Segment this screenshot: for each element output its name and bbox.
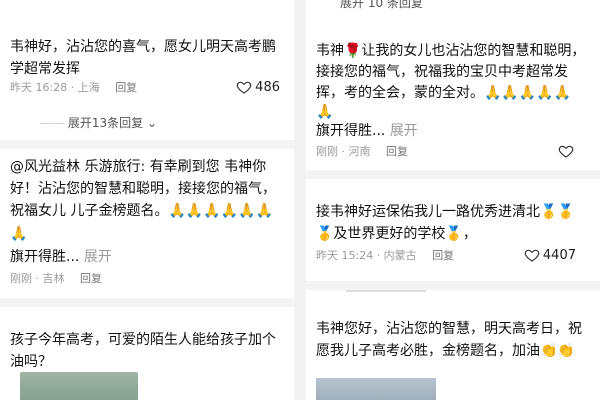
comment-meta: 刚刚 · 吉林 回复 bbox=[10, 270, 290, 288]
right-screenshot: 展开 10 条回复 韦神🌹让我的女儿也沾沾您的智慧和聪明， 接接您的福气，祝福我… bbox=[306, 0, 600, 400]
comment-text: 韦神🌹让我的女儿也沾沾您的智慧和聪明， bbox=[316, 43, 586, 59]
divider bbox=[346, 290, 426, 292]
comment-text: 孩子今年高考，可爱的陌生人能给孩子加个 bbox=[10, 332, 276, 348]
comment-card: 展开 10 条回复 韦神🌹让我的女儿也沾沾您的智慧和聪明， 接接您的福气，祝福我… bbox=[306, 0, 600, 168]
comment-text: 🥇及世界更好的学校🥇， bbox=[316, 226, 477, 242]
comment-time: 昨天 16:28 · 上海 bbox=[10, 81, 100, 94]
like-button[interactable]: 486 bbox=[236, 79, 280, 95]
divider bbox=[306, 170, 600, 179]
comment-meta: 刚刚 · 河南 回复 bbox=[316, 143, 596, 161]
comment-card: 接韦神好运保佑我儿一路优秀进清北🥇🥇 🥇及世界更好的学校🥇， 昨天 15:24 … bbox=[306, 179, 600, 279]
left-screenshot: 韦神好，沾沾您的喜气，愿女儿明天高考鹏 学超常发挥 昨天 16:28 · 上海 … bbox=[0, 0, 294, 400]
comment-time: 昨天 15:24 · 内蒙古 bbox=[316, 249, 417, 262]
reply-button[interactable]: 回复 bbox=[80, 272, 102, 285]
like-button[interactable]: 4407 bbox=[524, 247, 576, 263]
divider bbox=[0, 140, 294, 149]
comment-text: 油吗？ bbox=[10, 354, 52, 370]
divider bbox=[294, 0, 306, 400]
like-count: 486 bbox=[255, 79, 280, 95]
comment-text: 挥，考的全会，蒙的全对。🙏🙏🙏🙏🙏 bbox=[316, 85, 572, 101]
like-button[interactable] bbox=[558, 143, 574, 159]
comment-text: 接韦神好运保佑我儿一路优秀进清北🥇🥇 bbox=[316, 204, 575, 220]
comment-text: 韦神好，沾沾您的喜气，愿女儿明天高考鹏 bbox=[10, 39, 276, 55]
divider bbox=[306, 281, 600, 290]
comment-text: 祝福女儿 儿子金榜题名。🙏🙏🙏🙏🙏🙏 bbox=[10, 203, 274, 219]
image-thumbnail[interactable] bbox=[316, 378, 436, 400]
divider bbox=[0, 298, 294, 307]
image-thumbnail[interactable] bbox=[20, 372, 138, 400]
reply-button[interactable]: 回复 bbox=[386, 145, 408, 158]
comment-text: 学超常发挥 bbox=[10, 61, 80, 77]
expand-button[interactable]: 展开 bbox=[390, 123, 418, 139]
comment-card: @风光益林 乐游旅行: 有幸刷到您 韦神你 好！沾沾您的智慧和聪明，接接您的福气… bbox=[0, 149, 294, 289]
comment-text: 韦神您好，沾沾您的智慧，明天高考日，祝 bbox=[316, 321, 582, 337]
comment-text: 🙏 bbox=[10, 226, 28, 242]
comment-text: 旗开得胜... 展开 bbox=[10, 249, 112, 265]
heart-icon bbox=[558, 145, 574, 158]
comment-text: 旗开得胜... 展开 bbox=[316, 123, 418, 139]
comment-text: 接接您的福气，祝福我的宝贝中考超常发 bbox=[316, 64, 568, 80]
heart-icon bbox=[524, 249, 540, 262]
comment-card: 韦神好，沾沾您的喜气，愿女儿明天高考鹏 学超常发挥 昨天 16:28 · 上海 … bbox=[0, 0, 294, 140]
comment-text: 好！沾沾您的智慧和聪明，接接您的福气， bbox=[10, 181, 276, 197]
dash-icon: —— bbox=[40, 116, 64, 130]
reply-button[interactable]: 回复 bbox=[432, 249, 454, 262]
like-count: 4407 bbox=[542, 247, 576, 263]
comment-time: 刚刚 · 吉林 bbox=[10, 272, 65, 285]
comment-text: @风光益林 乐游旅行: 有幸刷到您 韦神你 bbox=[10, 159, 267, 175]
expand-replies-button[interactable]: —— 展开13条回复 ⌄ bbox=[40, 114, 157, 131]
expand-replies-button[interactable]: 展开 10 条回复 bbox=[340, 0, 423, 11]
comment-time: 刚刚 · 河南 bbox=[316, 145, 371, 158]
comment-text: 愿我儿子高考必胜，金榜题名，加油👏👏 bbox=[316, 343, 575, 359]
expand-button[interactable]: 展开 bbox=[84, 249, 112, 265]
reply-button[interactable]: 回复 bbox=[115, 81, 137, 94]
heart-icon bbox=[236, 81, 252, 94]
comment-text: 🙏 bbox=[316, 104, 334, 120]
chevron-down-icon: ⌄ bbox=[146, 116, 157, 130]
